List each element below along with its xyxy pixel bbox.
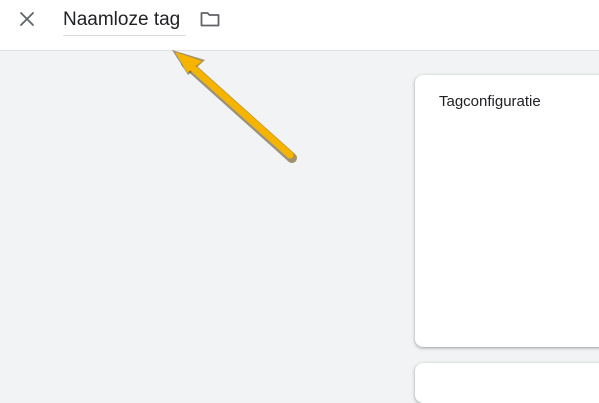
arrow-shadow bbox=[172, 50, 297, 163]
top-bar: Naamloze tag bbox=[0, 0, 599, 51]
arrow-body bbox=[175, 52, 294, 159]
tag-configuration-card[interactable]: Tagconfiguratie bbox=[415, 75, 599, 347]
tag-name-field[interactable]: Naamloze tag bbox=[63, 6, 181, 34]
folder-icon bbox=[200, 12, 220, 27]
triggering-card[interactable] bbox=[415, 363, 599, 403]
tag-name-underline bbox=[63, 35, 186, 36]
close-icon bbox=[20, 12, 34, 26]
close-button[interactable] bbox=[14, 6, 40, 32]
folder-button[interactable] bbox=[199, 9, 221, 29]
card-title: Tagconfiguratie bbox=[439, 93, 541, 110]
